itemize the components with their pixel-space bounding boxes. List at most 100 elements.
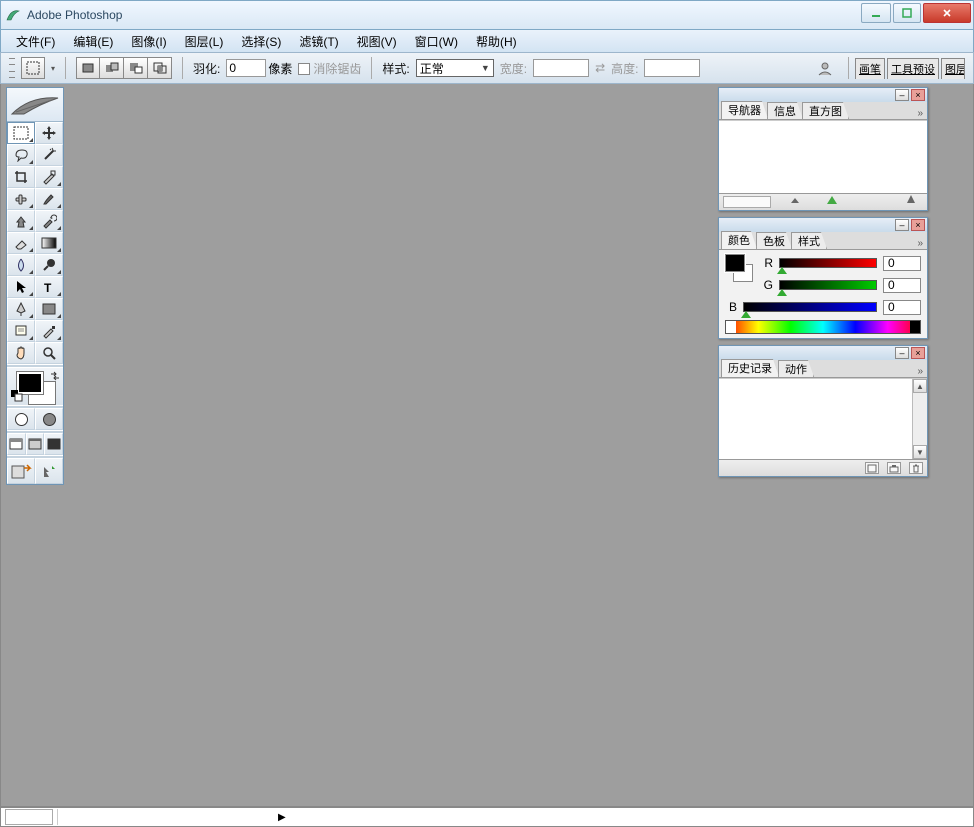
navigator-preview[interactable] [719, 120, 927, 194]
scroll-up-icon[interactable]: ▲ [913, 379, 927, 393]
history-brush-tool[interactable] [35, 210, 63, 232]
blur-tool[interactable] [7, 254, 35, 276]
status-menu-icon[interactable]: ▶ [278, 812, 286, 823]
panel-close-button[interactable]: × [911, 89, 925, 101]
notes-tool[interactable] [7, 320, 35, 342]
menu-window[interactable]: 窗口(W) [406, 31, 467, 52]
jump-golive-button[interactable] [35, 458, 63, 484]
selection-new-button[interactable] [76, 57, 100, 79]
zoom-in-icon[interactable] [907, 195, 915, 203]
layer-comps-tab[interactable]: 图层复合 [941, 58, 965, 79]
toolbox-header[interactable] [7, 88, 63, 122]
screen-standard-button[interactable] [7, 433, 26, 455]
menu-image[interactable]: 图像(I) [122, 31, 175, 52]
lasso-tool[interactable] [7, 144, 35, 166]
default-colors-icon[interactable] [11, 390, 23, 402]
zoom-tool[interactable] [35, 342, 63, 364]
healing-brush-tool[interactable] [7, 188, 35, 210]
history-tab[interactable]: 历史记录 [721, 359, 779, 377]
menu-edit[interactable]: 编辑(E) [64, 31, 122, 52]
path-selection-tool[interactable] [7, 276, 35, 298]
shape-tool[interactable] [35, 298, 63, 320]
g-value[interactable]: 0 [883, 278, 921, 293]
new-snapshot-icon[interactable] [887, 462, 901, 474]
gradient-tool[interactable] [35, 232, 63, 254]
tool-presets-tab[interactable]: 工具预设 [887, 58, 939, 79]
window-maximize-button[interactable] [893, 3, 921, 23]
b-value[interactable]: 0 [883, 300, 921, 315]
g-label: G [761, 278, 773, 292]
standard-mode-button[interactable] [7, 408, 35, 430]
screen-full-button[interactable] [44, 433, 63, 455]
panel-menu-button[interactable]: » [913, 366, 927, 377]
slice-tool[interactable] [35, 166, 63, 188]
grip-icon[interactable] [9, 58, 15, 78]
new-doc-from-state-icon[interactable] [865, 462, 879, 474]
color-fg-swatch[interactable] [725, 254, 745, 272]
selection-intersect-button[interactable] [148, 57, 172, 79]
zoom-slider[interactable] [779, 199, 923, 205]
color-spectrum[interactable] [725, 320, 921, 334]
brushes-tab[interactable]: 画笔 [855, 58, 885, 79]
menu-file[interactable]: 文件(F) [7, 31, 64, 52]
panel-close-button[interactable]: × [911, 347, 925, 359]
delete-state-icon[interactable] [909, 462, 923, 474]
marquee-tool[interactable] [7, 122, 35, 144]
zoom-input[interactable] [723, 196, 771, 208]
navigator-tab[interactable]: 导航器 [721, 101, 768, 119]
swatches-tab[interactable]: 色板 [756, 232, 792, 249]
crop-tool[interactable] [7, 166, 35, 188]
current-tool-chip[interactable] [21, 57, 45, 79]
info-tab[interactable]: 信息 [767, 102, 803, 119]
palette-well-icon[interactable] [814, 58, 836, 78]
r-slider[interactable] [779, 258, 877, 268]
swap-colors-icon[interactable] [49, 370, 61, 382]
zoom-out-icon[interactable] [791, 198, 799, 203]
clone-stamp-tool[interactable] [7, 210, 35, 232]
pen-tool[interactable] [7, 298, 35, 320]
magic-wand-tool[interactable] [35, 144, 63, 166]
zoom-thumb[interactable] [827, 196, 837, 204]
menu-filter[interactable]: 滤镜(T) [290, 31, 347, 52]
panel-minimize-button[interactable]: – [895, 219, 909, 231]
menu-view[interactable]: 视图(V) [348, 31, 406, 52]
panel-minimize-button[interactable]: – [895, 347, 909, 359]
hand-tool[interactable] [7, 342, 35, 364]
menu-select[interactable]: 选择(S) [232, 31, 290, 52]
panel-minimize-button[interactable]: – [895, 89, 909, 101]
antialias-checkbox: 消除锯齿 [298, 60, 361, 77]
feather-input[interactable] [226, 59, 266, 77]
selection-subtract-button[interactable] [124, 57, 148, 79]
histogram-tab[interactable]: 直方图 [802, 102, 849, 119]
window-close-button[interactable] [923, 3, 971, 23]
quickmask-mode-button[interactable] [35, 408, 63, 430]
menu-layer[interactable]: 图层(L) [176, 31, 233, 52]
screen-fullmenu-button[interactable] [26, 433, 45, 455]
g-slider[interactable] [779, 280, 877, 290]
panel-menu-button[interactable]: » [913, 108, 927, 119]
color-tab[interactable]: 颜色 [721, 231, 757, 249]
jump-to-imageready-button[interactable] [7, 458, 35, 484]
move-tool[interactable] [35, 122, 63, 144]
actions-tab[interactable]: 动作 [778, 360, 814, 377]
status-zoom-box[interactable] [5, 809, 53, 825]
style-select[interactable]: 正常 [416, 59, 494, 77]
scroll-down-icon[interactable]: ▼ [913, 445, 927, 459]
window-minimize-button[interactable] [861, 3, 891, 23]
brush-tool[interactable] [35, 188, 63, 210]
panel-close-button[interactable]: × [911, 219, 925, 231]
eyedropper-tool[interactable] [35, 320, 63, 342]
r-value[interactable]: 0 [883, 256, 921, 271]
type-tool[interactable]: T [35, 276, 63, 298]
dodge-tool[interactable] [35, 254, 63, 276]
panel-menu-button[interactable]: » [913, 238, 927, 249]
b-slider[interactable] [743, 302, 877, 312]
menu-help[interactable]: 帮助(H) [467, 31, 526, 52]
styles-tab[interactable]: 样式 [791, 232, 827, 249]
color-swatches[interactable] [7, 367, 63, 405]
eraser-tool[interactable] [7, 232, 35, 254]
color-fg-bg-swatches[interactable] [725, 254, 755, 288]
scrollbar[interactable]: ▲ ▼ [912, 379, 927, 459]
selection-add-button[interactable] [100, 57, 124, 79]
history-list[interactable]: ▲ ▼ [719, 378, 927, 460]
